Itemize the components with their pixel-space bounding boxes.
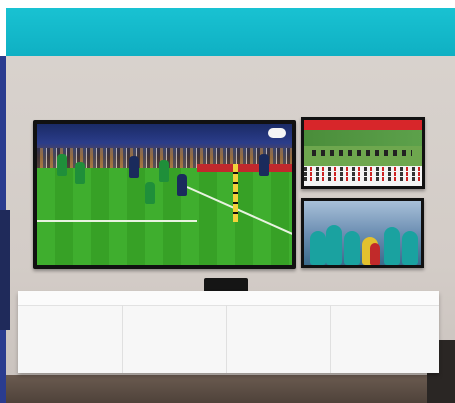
floating-media-cabinet [18, 291, 439, 373]
floor [6, 375, 455, 403]
cabinet-door [18, 305, 122, 373]
cabinet-door [330, 305, 440, 373]
fan [370, 243, 380, 265]
top-right-tv [301, 117, 425, 189]
main-tv-screen-rugby [37, 124, 292, 265]
broadcaster-logo-icon [268, 128, 286, 138]
photo-scene [0, 0, 455, 403]
fan [402, 231, 418, 265]
player-green [145, 182, 155, 204]
celebrating-fans-screen [304, 201, 421, 265]
player-dark [259, 154, 269, 176]
race-info-bar [304, 120, 422, 130]
player-green [159, 160, 169, 182]
cabinet-door [226, 305, 331, 373]
left-doorway [0, 210, 10, 330]
teal-header-banner [6, 8, 455, 56]
advertising-board [197, 164, 292, 172]
player-green [57, 154, 67, 176]
goal-post-padding [233, 164, 238, 222]
player-blue [177, 174, 187, 196]
odds-table [304, 166, 422, 186]
fan [344, 231, 360, 265]
race-track [304, 146, 422, 166]
race-field [304, 130, 422, 146]
bottom-right-tv [301, 198, 424, 268]
main-tv [33, 120, 296, 269]
fan [310, 231, 326, 265]
fan [384, 227, 400, 265]
cabinet-top [18, 291, 439, 306]
horse-racing-screen [304, 120, 422, 186]
player-green [75, 162, 85, 184]
horses [312, 150, 412, 156]
pitch-line [37, 220, 197, 222]
cabinet-door [122, 305, 227, 373]
fan [326, 225, 342, 265]
player-blue [129, 156, 139, 178]
